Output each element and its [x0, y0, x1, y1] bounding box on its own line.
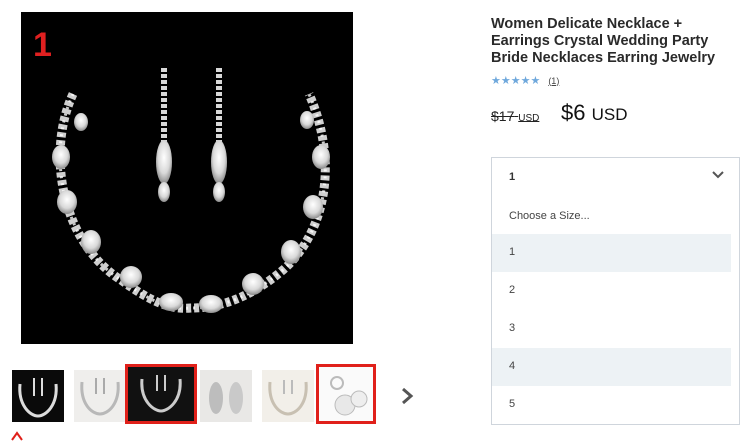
- size-option-placeholder[interactable]: Choose a Size...: [492, 198, 731, 236]
- chevron-down-icon[interactable]: [711, 170, 725, 180]
- thumbnail-strip: [12, 364, 382, 424]
- product-title: Women Delicate Necklace + Earrings Cryst…: [491, 16, 716, 66]
- original-price: $17 USD: [491, 108, 540, 124]
- chevron-right-icon[interactable]: [400, 386, 414, 406]
- size-option-1[interactable]: 1: [492, 234, 731, 272]
- thumbnail-1[interactable]: [12, 370, 64, 422]
- partial-icon: [10, 428, 24, 441]
- main-product-image: 1: [21, 12, 353, 344]
- size-dropdown[interactable]: 1 Choose a Size... 1 2 3 4 5: [491, 157, 740, 425]
- thumbnail-4[interactable]: [200, 370, 252, 422]
- size-option-5[interactable]: 5: [492, 386, 731, 424]
- size-dropdown-selected[interactable]: 1: [492, 158, 739, 196]
- thumbnail-6-highlighted[interactable]: [316, 364, 376, 424]
- product-rating: ★★★★★ (1): [491, 74, 559, 87]
- image-number-label: 1: [33, 26, 52, 64]
- thumbnail-3-highlighted[interactable]: [125, 364, 197, 424]
- sale-price: $6 USD: [561, 100, 628, 125]
- star-rating-icon: ★★★★★: [491, 75, 541, 87]
- review-count-link[interactable]: (1): [548, 76, 559, 86]
- thumbnail-5[interactable]: [262, 370, 314, 422]
- thumbnail-2[interactable]: [74, 370, 126, 422]
- size-option-2[interactable]: 2: [492, 272, 731, 310]
- size-option-3[interactable]: 3: [492, 310, 731, 348]
- size-option-4[interactable]: 4: [492, 348, 731, 386]
